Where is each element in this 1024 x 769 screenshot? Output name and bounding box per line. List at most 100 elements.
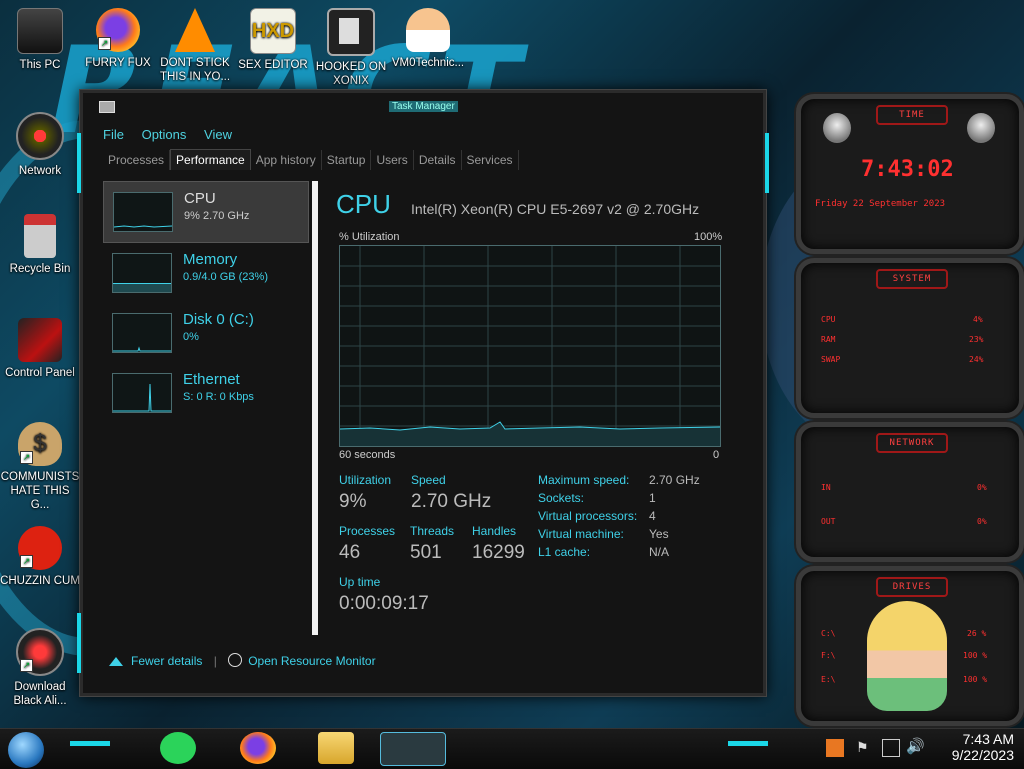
resource-name: Memory <box>183 251 238 268</box>
tab-performance[interactable]: Performance <box>170 149 251 170</box>
time-widget: TIME 7:43:02 Friday 22 September 2023 <box>796 94 1024 254</box>
menu-view[interactable]: View <box>204 127 232 142</box>
desktop-icon-xonix[interactable]: HOOKED ON XONIX <box>311 8 391 88</box>
desktop-icon-download-black[interactable]: ↗ Download Black Ali... <box>0 628 80 708</box>
clock-time: 7:43 AM <box>962 731 1014 747</box>
desktop-icon-vlc[interactable]: DONT STICK THIS IN YO... <box>155 8 235 84</box>
firefox-taskbar-button[interactable] <box>240 732 276 764</box>
system-row-value: 23% <box>969 335 984 344</box>
flag-icon[interactable]: ⚑ <box>856 739 869 756</box>
tab-app-history[interactable]: App history <box>251 150 322 170</box>
clock[interactable]: 7:43 AM 9/22/2023 <box>952 731 1014 763</box>
widget-header: SYSTEM <box>876 269 948 289</box>
cpu-thumbnail-graph <box>113 192 173 232</box>
resource-value: S: 0 R: 0 Kbps <box>183 391 254 403</box>
alien-head-icon <box>823 113 851 143</box>
desktop-icon-chuzzin[interactable]: ↗ CHUZZIN CUM <box>0 526 80 588</box>
tray-app-icon[interactable] <box>826 739 844 757</box>
footer-bar: Fewer details | Open Resource Monitor <box>109 653 376 668</box>
alien-head-icon <box>967 113 995 143</box>
resource-item-cpu[interactable]: CPU 9% 2.70 GHz <box>103 181 309 243</box>
clock-date: 9/22/2023 <box>951 747 1014 763</box>
resource-item-memory[interactable]: Memory 0.9/4.0 GB (23%) <box>103 243 309 303</box>
system-widget: SYSTEM CPU 4% RAM 23% SWAP 24% <box>796 258 1024 418</box>
network-globe-icon <box>16 112 64 160</box>
desktop-icon-sex-editor[interactable]: HXD SEX EDITOR <box>233 8 313 72</box>
desktop-icon-label: COMMUNISTS HATE THIS G... <box>0 471 80 511</box>
notes-app-taskbar-button[interactable] <box>160 732 196 764</box>
desktop-icon-label: DONT STICK THIS IN YO... <box>159 57 231 83</box>
resource-monitor-icon <box>228 653 243 667</box>
taskbar-accent <box>728 741 768 746</box>
file-explorer-taskbar-button[interactable] <box>318 732 354 764</box>
frame-accent <box>77 613 81 673</box>
network-widget: NETWORK IN 0% OUT 0% <box>796 422 1024 562</box>
uptime-value: 0:00:09:17 <box>339 593 429 614</box>
desktop-icon-vm0technic[interactable]: VM0Technic... <box>388 8 468 70</box>
resource-list: CPU 9% 2.70 GHz Memory 0.9/4.0 GB (23%) … <box>103 181 309 631</box>
network-row-key: IN <box>821 483 831 492</box>
taskbar: ⚑ 🔊 7:43 AM 9/22/2023 <box>0 728 1024 769</box>
system-row-key: SWAP <box>821 355 841 364</box>
tab-services[interactable]: Services <box>462 150 519 170</box>
tab-strip: Processes Performance App history Startup Us… <box>103 149 519 171</box>
open-resource-monitor-link[interactable]: Open Resource Monitor <box>228 653 376 668</box>
menu-options[interactable]: Options <box>142 127 187 142</box>
desktop-icon-network[interactable]: Network <box>0 112 80 178</box>
system-row-value: 24% <box>969 355 984 364</box>
xonix-game-icon <box>327 8 375 56</box>
fewer-details-button[interactable]: Fewer details <box>109 654 202 668</box>
title-bar[interactable]: Task Manager <box>83 93 763 115</box>
drive-row-value: 26 % <box>967 629 987 638</box>
vlc-cone-icon <box>175 8 215 52</box>
frame-accent <box>77 133 81 193</box>
desktop-icon-label: Network <box>18 165 62 177</box>
cpu-model: Intel(R) Xeon(R) CPU E5-2697 v2 @ 2.70GH… <box>411 201 700 217</box>
utilization-axis-label: % Utilization <box>339 231 400 243</box>
tab-users[interactable]: Users <box>371 150 414 170</box>
system-row-key: CPU <box>821 315 836 324</box>
resource-name: Ethernet <box>183 371 240 388</box>
pane-splitter[interactable] <box>312 181 318 635</box>
doctor-icon <box>406 8 450 52</box>
resource-value: 0.9/4.0 GB (23%) <box>183 271 268 283</box>
window-title: Task Manager <box>389 101 458 112</box>
desktop-icon-this-pc[interactable]: This PC <box>0 8 80 72</box>
detail-key: Virtual machine: <box>538 527 624 541</box>
detail-key: Virtual processors: <box>538 509 638 523</box>
tab-processes[interactable]: Processes <box>103 150 171 170</box>
tab-details[interactable]: Details <box>414 150 462 170</box>
menu-file[interactable]: File <box>103 127 124 142</box>
processes-label: Processes <box>339 524 396 538</box>
desktop-icon-recycle-bin[interactable]: Recycle Bin <box>0 214 80 276</box>
drive-row-value: 100 % <box>963 651 988 660</box>
desktop-icon-label: SEX EDITOR <box>238 59 308 71</box>
resource-item-disk[interactable]: Disk 0 (C:) 0% <box>103 303 309 363</box>
chuzzle-icon: ↗ <box>18 526 62 570</box>
detail-value: 1 <box>649 491 656 505</box>
volume-icon[interactable]: 🔊 <box>906 737 925 755</box>
tab-startup[interactable]: Startup <box>322 150 372 170</box>
speed-value: 2.70 GHz <box>411 491 492 512</box>
detail-key: Sockets: <box>538 491 585 505</box>
resource-value: 0% <box>183 331 199 343</box>
cpu-utilization-graph <box>339 245 721 447</box>
chevron-up-icon <box>109 657 123 666</box>
desktop-icon-control-panel[interactable]: Control Panel <box>0 318 80 380</box>
widget-header: TIME <box>876 105 948 125</box>
ethernet-thumbnail-graph <box>112 373 172 413</box>
desktop-icon-communists[interactable]: $ ↗ COMMUNISTS HATE THIS G... <box>0 422 80 512</box>
alien-logo-icon: ↗ <box>16 628 64 676</box>
network-tray-icon[interactable] <box>882 739 900 757</box>
system-row-value: 4% <box>973 315 983 324</box>
firefox-icon: ↗ <box>96 8 140 52</box>
detail-value: 2.70 GHz <box>649 473 700 487</box>
start-button[interactable] <box>8 732 44 768</box>
task-manager-taskbar-button[interactable] <box>380 732 446 766</box>
computer-icon <box>17 8 63 54</box>
desktop-icon-label: Recycle Bin <box>9 263 71 275</box>
detail-value: 4 <box>649 509 656 523</box>
resource-item-ethernet[interactable]: Ethernet S: 0 R: 0 Kbps <box>103 363 309 423</box>
task-manager-window[interactable]: Task Manager File Options View Processes… <box>77 90 769 696</box>
desktop-icon-furry-fux[interactable]: ↗ FURRY FUX <box>78 8 158 70</box>
